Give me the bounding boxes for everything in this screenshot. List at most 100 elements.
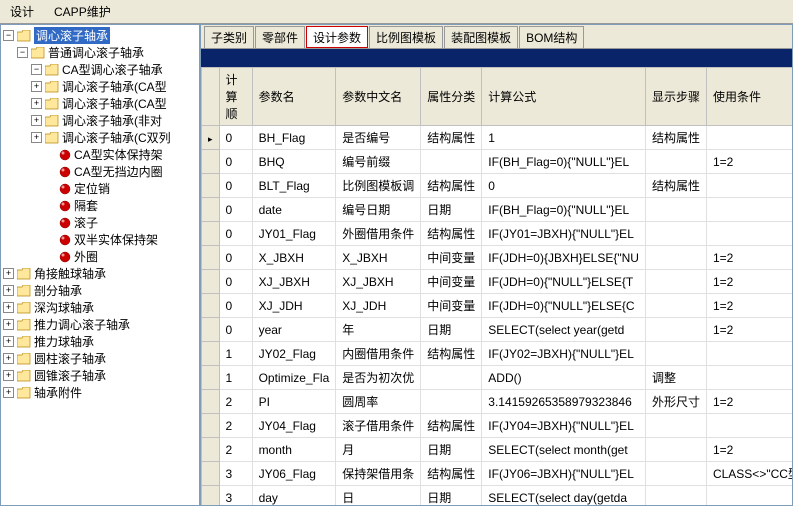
tree-node[interactable]: +轴承附件 (1, 384, 199, 401)
cell[interactable]: X_JBXH (252, 246, 336, 270)
table-row[interactable]: 0BHQ编号前缀IF(BH_Flag=0){"NULL"}EL1=2 (202, 150, 793, 174)
cell[interactable]: 日期 (421, 438, 482, 462)
cell[interactable]: 0 (219, 294, 252, 318)
tab-0[interactable]: 子类别 (204, 26, 254, 48)
table-row[interactable]: 0XJ_JDHXJ_JDH中间变量IF(JDH=0){"NULL"}ELSE{C… (202, 294, 793, 318)
tab-4[interactable]: 装配图模板 (444, 26, 518, 48)
cell[interactable]: CLASS<>"CC型调心滚子轴 (706, 462, 792, 486)
cell[interactable]: 2 (219, 414, 252, 438)
cell[interactable]: BHQ (252, 150, 336, 174)
table-row[interactable]: 0XJ_JBXHXJ_JBXH中间变量IF(JDH=0){"NULL"}ELSE… (202, 270, 793, 294)
row-header[interactable] (202, 390, 220, 414)
cell[interactable]: IF(JDH=0){"NULL"}ELSE{C (482, 294, 646, 318)
cell[interactable]: IF(BH_Flag=0){"NULL"}EL (482, 198, 646, 222)
cell[interactable]: 0 (482, 174, 646, 198)
cell[interactable]: JY06_Flag (252, 462, 336, 486)
cell[interactable] (645, 198, 706, 222)
cell[interactable]: 0 (219, 174, 252, 198)
col-header[interactable]: 显示步骤 (645, 68, 706, 126)
tree-expander[interactable]: + (3, 319, 14, 330)
cell[interactable]: 保持架借用条 (336, 462, 421, 486)
cell[interactable]: 0 (219, 150, 252, 174)
cell[interactable]: 0 (219, 222, 252, 246)
category-tree[interactable]: −调心滚子轴承−普通调心滚子轴承−CA型调心滚子轴承+调心滚子轴承(CA型+调心… (0, 24, 200, 506)
cell[interactable] (645, 318, 706, 342)
cell[interactable]: BH_Flag (252, 126, 336, 150)
cell[interactable]: 1 (219, 342, 252, 366)
cell[interactable] (421, 390, 482, 414)
tree-expander[interactable]: + (31, 81, 42, 92)
cell[interactable]: 2 (219, 390, 252, 414)
cell[interactable] (706, 342, 792, 366)
tree-expander[interactable]: + (3, 302, 14, 313)
table-row[interactable]: 0date编号日期日期IF(BH_Flag=0){"NULL"}EL (202, 198, 793, 222)
tree-node[interactable]: +推力调心滚子轴承 (1, 316, 199, 333)
cell[interactable]: 结构属性 (421, 414, 482, 438)
cell[interactable]: X_JBXH (336, 246, 421, 270)
tree-expander[interactable]: + (3, 387, 14, 398)
tab-1[interactable]: 零部件 (255, 26, 305, 48)
cell[interactable]: 结构属性 (421, 126, 482, 150)
cell[interactable] (706, 126, 792, 150)
tree-node[interactable]: +深沟球轴承 (1, 299, 199, 316)
tree-node[interactable]: +圆柱滚子轴承 (1, 350, 199, 367)
tree-expander[interactable]: + (3, 285, 14, 296)
cell[interactable] (645, 150, 706, 174)
cell[interactable]: 是否编号 (336, 126, 421, 150)
cell[interactable] (421, 366, 482, 390)
cell[interactable]: 日期 (421, 318, 482, 342)
tree-expander[interactable]: + (31, 115, 42, 126)
col-header[interactable]: 计算顺 (219, 68, 252, 126)
tree-node[interactable]: +角接触球轴承 (1, 265, 199, 282)
row-header[interactable] (202, 486, 220, 506)
table-row[interactable]: 3JY06_Flag保持架借用条结构属性IF(JY06=JBXH){"NULL"… (202, 462, 793, 486)
cell[interactable]: 0 (219, 126, 252, 150)
cell[interactable]: IF(BH_Flag=0){"NULL"}EL (482, 150, 646, 174)
cell[interactable]: 结构属性 (645, 174, 706, 198)
tree-expander[interactable]: + (31, 132, 42, 143)
cell[interactable] (645, 342, 706, 366)
cell[interactable]: 0 (219, 270, 252, 294)
cell[interactable]: 中间变量 (421, 246, 482, 270)
cell[interactable]: Optimize_Fla (252, 366, 336, 390)
cell[interactable]: 圆周率 (336, 390, 421, 414)
cell[interactable]: 滚子借用条件 (336, 414, 421, 438)
cell[interactable]: 结构属性 (421, 174, 482, 198)
tree-node[interactable]: 滚子 (1, 214, 199, 231)
cell[interactable]: 编号日期 (336, 198, 421, 222)
row-header[interactable] (202, 414, 220, 438)
tree-node[interactable]: −CA型调心滚子轴承 (1, 61, 199, 78)
row-header[interactable] (202, 150, 220, 174)
cell[interactable]: 0 (219, 318, 252, 342)
table-row[interactable]: 1Optimize_Fla是否为初次优ADD()调整 (202, 366, 793, 390)
table-row[interactable]: 0X_JBXHX_JBXH中间变量IF(JDH=0){JBXH}ELSE{"NU… (202, 246, 793, 270)
tree-node[interactable]: +推力球轴承 (1, 333, 199, 350)
tree-node[interactable]: CA型无挡边内圈 (1, 163, 199, 180)
cell[interactable]: JY04_Flag (252, 414, 336, 438)
cell[interactable]: 外形尺寸 (645, 390, 706, 414)
param-grid[interactable]: 计算顺参数名参数中文名属性分类计算公式显示步骤使用条件 0BH_Flag是否编号… (201, 67, 792, 505)
cell[interactable] (706, 486, 792, 506)
cell[interactable]: 1 (482, 126, 646, 150)
cell[interactable]: IF(JY06=JBXH){"NULL"}EL (482, 462, 646, 486)
cell[interactable]: 中间变量 (421, 294, 482, 318)
table-row[interactable]: 2PI圆周率3.14159265358979323846外形尺寸1=2 (202, 390, 793, 414)
tree-node[interactable]: 双半实体保持架 (1, 231, 199, 248)
tree-node[interactable]: −普通调心滚子轴承 (1, 44, 199, 61)
tree-expander[interactable]: + (31, 98, 42, 109)
cell[interactable] (645, 438, 706, 462)
cell[interactable]: PI (252, 390, 336, 414)
cell[interactable]: JY02_Flag (252, 342, 336, 366)
cell[interactable]: date (252, 198, 336, 222)
col-header[interactable]: 参数名 (252, 68, 336, 126)
cell[interactable]: 1=2 (706, 294, 792, 318)
row-header[interactable] (202, 270, 220, 294)
menu-capp[interactable]: CAPP维护 (44, 0, 121, 23)
tree-node[interactable]: +调心滚子轴承(CA型 (1, 95, 199, 112)
cell[interactable] (706, 174, 792, 198)
col-header[interactable]: 计算公式 (482, 68, 646, 126)
cell[interactable]: IF(JDH=0){JBXH}ELSE{"NU (482, 246, 646, 270)
cell[interactable]: 编号前缀 (336, 150, 421, 174)
row-header[interactable] (202, 438, 220, 462)
tree-node[interactable]: +圆锥滚子轴承 (1, 367, 199, 384)
